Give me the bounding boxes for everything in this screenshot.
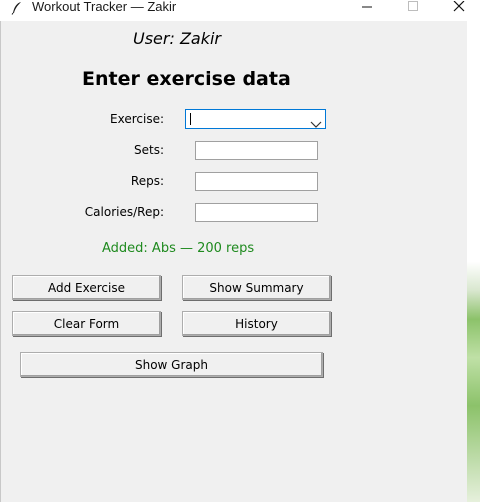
show-graph-button[interactable]: Show Graph bbox=[20, 352, 323, 377]
maximize-icon bbox=[408, 1, 418, 11]
minimize-button[interactable] bbox=[344, 0, 390, 14]
status-message: Added: Abs — 200 reps bbox=[102, 241, 255, 256]
exercise-label: Exercise: bbox=[110, 112, 164, 126]
exercise-combobox[interactable] bbox=[185, 109, 326, 129]
close-icon bbox=[453, 1, 465, 12]
text-cursor bbox=[190, 113, 191, 125]
history-button[interactable]: History bbox=[182, 311, 331, 336]
feather-icon bbox=[11, 1, 23, 15]
user-label: User: Zakir bbox=[133, 29, 221, 48]
close-button[interactable] bbox=[436, 0, 480, 14]
add-exercise-button[interactable]: Add Exercise bbox=[12, 275, 161, 300]
clear-form-button[interactable]: Clear Form bbox=[12, 311, 161, 336]
desktop-wallpaper bbox=[467, 21, 480, 502]
calories-per-rep-label: Calories/Rep: bbox=[84, 205, 164, 219]
reps-label: Reps: bbox=[130, 174, 164, 188]
sets-label: Sets: bbox=[134, 143, 164, 157]
reps-field[interactable] bbox=[195, 172, 318, 191]
maximize-button[interactable] bbox=[390, 0, 436, 14]
form-heading: Enter exercise data bbox=[82, 68, 291, 90]
calories-per-rep-field[interactable] bbox=[195, 203, 318, 222]
app-window: Workout Tracker — Zakir User: Zakir Ente… bbox=[0, 0, 480, 502]
show-summary-button[interactable]: Show Summary bbox=[182, 275, 331, 300]
window-title: Workout Tracker — Zakir bbox=[32, 0, 177, 14]
chevron-down-icon[interactable] bbox=[310, 114, 322, 128]
window-border bbox=[0, 21, 5, 502]
sets-field[interactable] bbox=[195, 141, 318, 160]
minimize-icon bbox=[362, 6, 372, 8]
title-bar[interactable]: Workout Tracker — Zakir bbox=[0, 0, 480, 21]
